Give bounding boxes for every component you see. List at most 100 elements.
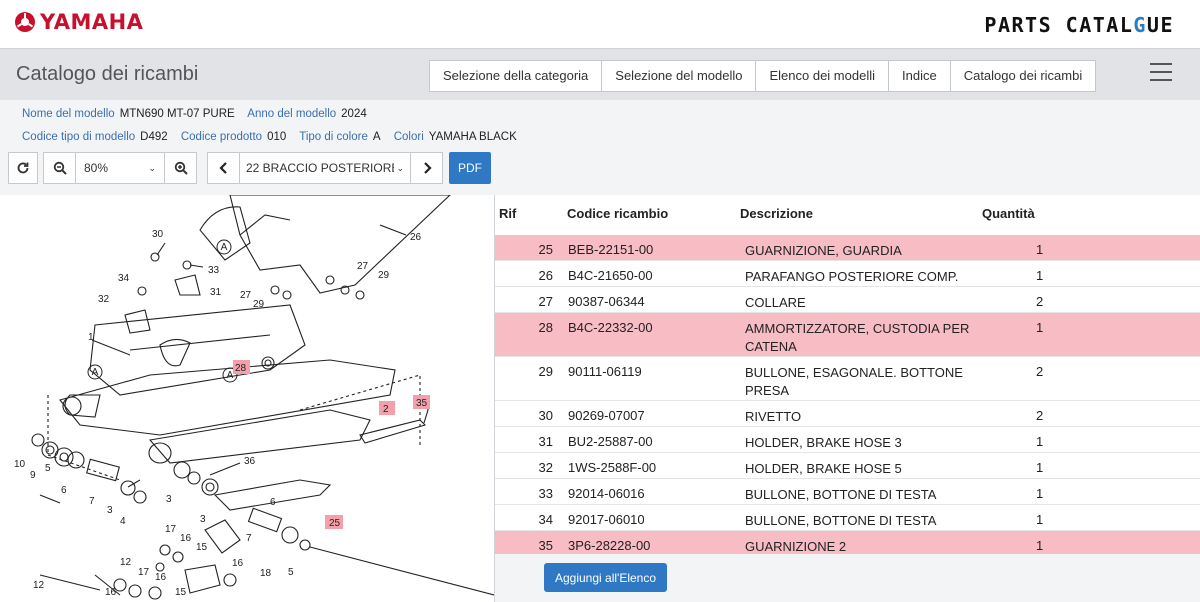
nav-index[interactable]: Indice [889, 61, 951, 91]
svg-text:A: A [227, 370, 234, 381]
parts-diagram[interactable]: A A A 30 26 33 27 29 34 31 32 29 27 1 28… [0, 195, 494, 602]
row-part-code: 90111-06119 [568, 364, 642, 379]
table-header: Rif Codice ricambio Descrizione Quantità [495, 195, 1200, 235]
main-nav: Selezione della categoria Selezione del … [429, 60, 1097, 92]
row-rif: 28 [538, 320, 553, 335]
nav-model-list[interactable]: Elenco dei modelli [756, 61, 889, 91]
row-quantity: 1 [1036, 268, 1044, 283]
col-code: Codice ricambio [567, 206, 669, 221]
row-part-code: 3P6-28228-00 [568, 538, 651, 553]
model-info-line-2: Codice tipo di modello D492 Codice prodot… [22, 131, 517, 143]
hamburger-menu-icon[interactable] [1150, 63, 1172, 83]
svg-text:12: 12 [120, 557, 132, 568]
svg-text:35: 35 [416, 398, 428, 409]
table-row[interactable]: 30 90269-07007 RIVETTO 2 [495, 401, 1200, 427]
svg-text:6: 6 [61, 485, 67, 496]
row-description: RIVETTO [745, 409, 802, 424]
row-rif: 26 [538, 268, 553, 283]
pdf-button[interactable]: PDF [449, 152, 491, 184]
add-to-list-button[interactable]: Aggiungi all'Elenco [544, 563, 667, 592]
table-row[interactable]: 35 3P6-28228-00 GUARNIZIONE 2 1 [495, 531, 1200, 554]
svg-text:9: 9 [30, 470, 36, 481]
svg-text:28: 28 [235, 363, 247, 374]
brand-name: YAMAHA [40, 10, 144, 34]
row-description: COLLARE [745, 295, 806, 310]
col-desc: Descrizione [740, 206, 813, 221]
svg-text:6: 6 [270, 497, 276, 508]
row-part-code: BU2-25887-00 [568, 434, 653, 449]
diagram-toolbar: 80% ⌄ 22 BRACCIO POSTERIORE ⌄ PDF [8, 152, 491, 184]
svg-text:36: 36 [244, 456, 256, 467]
next-page-icon[interactable] [411, 152, 443, 184]
color-type: A [372, 131, 381, 143]
row-part-code: 90387-06344 [568, 294, 645, 309]
refresh-icon[interactable] [8, 152, 38, 184]
svg-text:3: 3 [200, 514, 206, 525]
row-quantity: 1 [1036, 320, 1044, 335]
svg-text:26: 26 [410, 232, 422, 243]
row-part-code: 92017-06010 [568, 512, 645, 527]
table-row[interactable]: 25 BEB-22151-00 GUARNIZIONE, GUARDIA 1 [495, 235, 1200, 261]
nav-model-selection[interactable]: Selezione del modello [602, 61, 757, 91]
previous-page-icon[interactable] [207, 152, 239, 184]
row-quantity: 2 [1036, 294, 1044, 309]
row-quantity: 2 [1036, 408, 1044, 423]
table-row[interactable]: 34 92017-06010 BULLONE, BOTTONE DI TESTA 1 [495, 505, 1200, 531]
zoom-in-icon[interactable] [165, 152, 197, 184]
row-part-code: B4C-22332-00 [568, 320, 653, 335]
yamaha-logo[interactable]: YAMAHA [14, 10, 143, 34]
table-row[interactable]: 27 90387-06344 COLLARE 2 [495, 287, 1200, 313]
col-rif: Rif [499, 206, 517, 221]
svg-text:27: 27 [357, 261, 369, 272]
svg-text:30: 30 [152, 229, 164, 240]
row-rif: 33 [538, 486, 553, 501]
table-row[interactable]: 29 90111-06119 BULLONE, ESAGONALE. BOTTONE… [495, 357, 1200, 401]
svg-text:5: 5 [45, 463, 51, 474]
table-row[interactable]: 31 BU2-25887-00 HOLDER, BRAKE HOSE 3 1 [495, 427, 1200, 453]
table-row[interactable]: 33 92014-06016 BULLONE, BOTTONE DI TESTA 1 [495, 479, 1200, 505]
table-row[interactable]: 28 B4C-22332-00 AMMORTIZZATORE, CUSTODIA P… [495, 313, 1200, 357]
model-info-line-1: Nome del modello MTN690 MT-07 PURE Anno d… [22, 108, 367, 120]
table-body: 25 BEB-22151-00 GUARNIZIONE, GUARDIA 1 26 B4C… [495, 235, 1200, 554]
svg-text:3: 3 [166, 494, 172, 505]
page-select[interactable]: 22 BRACCIO POSTERIORE ⌄ [239, 152, 411, 184]
product-code: 010 [267, 131, 287, 143]
row-part-code: B4C-21650-00 [568, 268, 653, 283]
svg-text:1: 1 [88, 332, 94, 343]
row-quantity: 1 [1036, 538, 1044, 553]
colors: YAMAHA BLACK [428, 131, 517, 143]
svg-text:33: 33 [208, 265, 220, 276]
row-rif: 30 [538, 408, 553, 423]
zoom-select[interactable]: 80% ⌄ [75, 152, 165, 184]
nav-category-selection[interactable]: Selezione della categoria [430, 61, 603, 91]
svg-text:27: 27 [240, 290, 252, 301]
svg-text:25: 25 [329, 518, 341, 529]
row-quantity: 1 [1036, 460, 1044, 475]
chevron-down-icon: ⌄ [396, 162, 404, 173]
model-name: MTN690 MT-07 PURE [119, 108, 235, 120]
nav-parts-catalog[interactable]: Catalogo dei ricambi [951, 61, 1096, 91]
table-row[interactable]: 32 1WS-2588F-00 HOLDER, BRAKE HOSE 5 1 [495, 453, 1200, 479]
svg-text:15: 15 [196, 542, 208, 553]
row-description: HOLDER, BRAKE HOSE 3 [745, 435, 902, 450]
svg-text:4: 4 [120, 516, 126, 527]
parts-catalogue-title: PARTS CATALGUE [984, 13, 1174, 37]
table-row[interactable]: 26 B4C-21650-00 PARAFANGO POSTERIORE COMP.… [495, 261, 1200, 287]
parts-table: Rif Codice ricambio Descrizione Quantità… [495, 195, 1200, 602]
row-quantity: 1 [1036, 486, 1044, 501]
row-rif: 27 [538, 294, 553, 309]
model-info-panel: Nome del modello MTN690 MT-07 PURE Anno d… [0, 100, 1200, 195]
type-code: D492 [140, 131, 168, 143]
tuning-fork-emblem-icon [15, 12, 35, 32]
svg-text:16: 16 [232, 558, 244, 569]
svg-text:7: 7 [246, 533, 252, 544]
svg-text:16: 16 [155, 572, 167, 583]
svg-text:29: 29 [253, 299, 265, 310]
row-part-code: BEB-22151-00 [568, 242, 654, 257]
row-description: BULLONE, BOTTONE DI TESTA [745, 487, 937, 502]
row-description: HOLDER, BRAKE HOSE 5 [745, 461, 902, 476]
svg-text:12: 12 [33, 580, 45, 591]
svg-text:29: 29 [378, 270, 390, 281]
row-description: GUARNIZIONE, GUARDIA [745, 243, 902, 258]
zoom-out-icon[interactable] [43, 152, 75, 184]
